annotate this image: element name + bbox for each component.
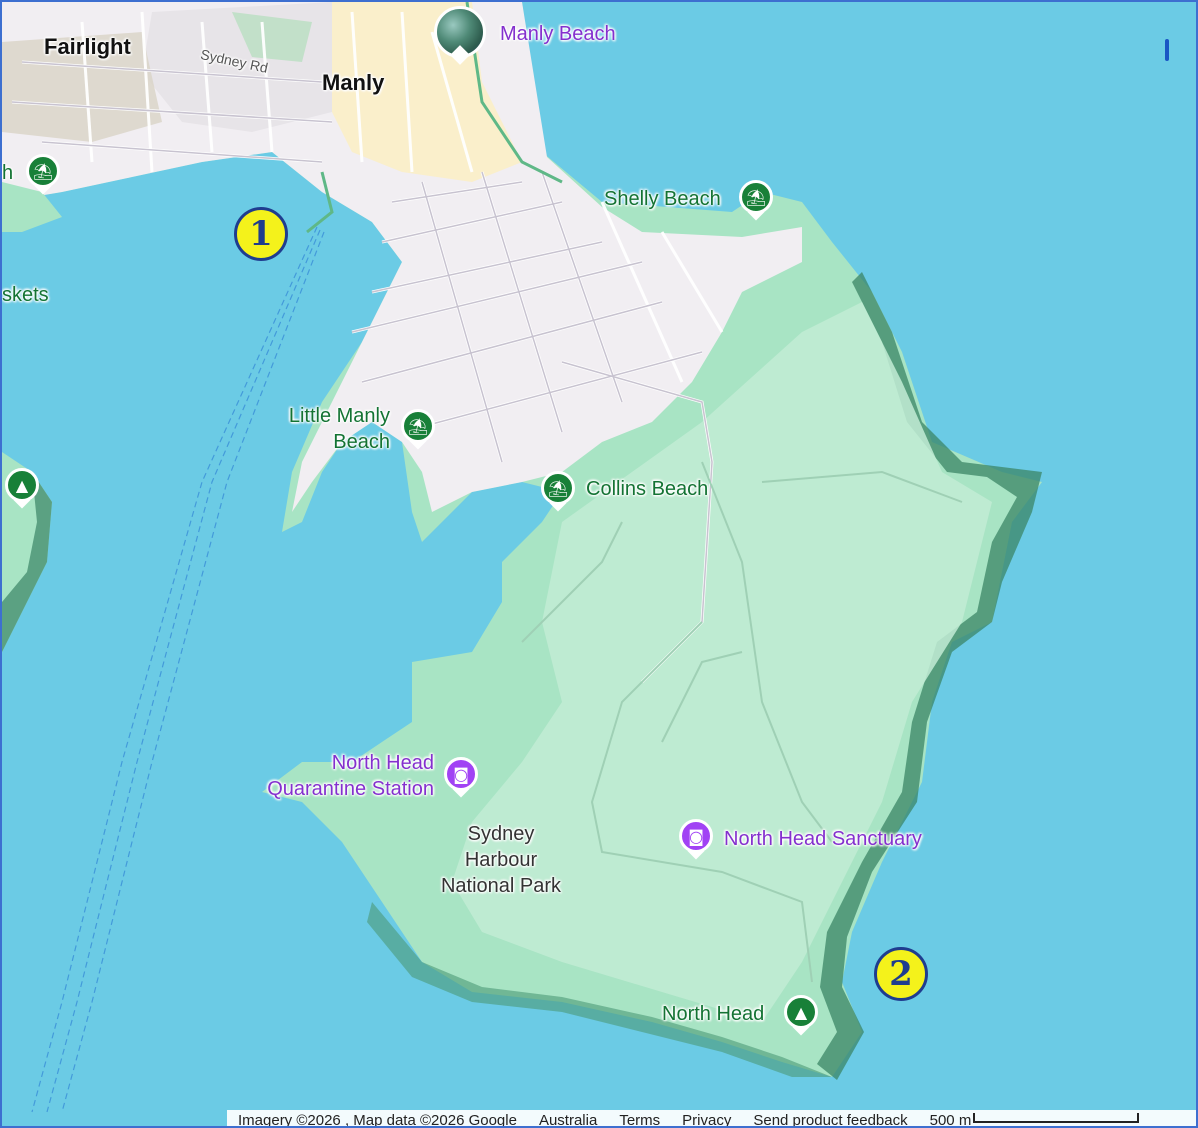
edge-marker xyxy=(1165,39,1169,61)
privacy-link[interactable]: Privacy xyxy=(671,1112,742,1127)
scale-label[interactable]: 500 m xyxy=(919,1112,972,1127)
poi-label-line: Little Manly xyxy=(288,405,390,427)
north-head-pin[interactable]: ▲ xyxy=(784,995,818,1037)
beach-umbrella-icon: ⛱ xyxy=(541,471,575,505)
imagery-attribution: Imagery ©2026 , Map data ©2026 Google xyxy=(238,1111,517,1128)
country-link[interactable]: Australia xyxy=(528,1112,608,1127)
poi-label-line: North Head xyxy=(331,752,434,774)
tree-icon: ▲ xyxy=(5,468,39,502)
poi-label-edge-top[interactable]: h xyxy=(2,160,13,186)
area-label-line: National Park xyxy=(440,875,562,897)
poi-label-collins-beach[interactable]: Collins Beach xyxy=(586,476,708,502)
shelly-beach-pin[interactable]: ⛱ xyxy=(739,180,773,222)
place-label-manly[interactable]: Manly xyxy=(322,70,384,96)
poi-label-north-head-sanctuary[interactable]: North Head Sanctuary xyxy=(724,826,922,852)
area-label-national-park[interactable]: Sydney Harbour National Park xyxy=(420,821,582,899)
manly-beach-photo-pin[interactable] xyxy=(434,6,486,66)
quarantine-station-pin[interactable]: ◙ xyxy=(444,757,478,799)
park-pin-edge[interactable]: ▲ xyxy=(5,468,39,510)
tree-icon: ▲ xyxy=(784,995,818,1029)
numbered-marker-2[interactable]: 2 xyxy=(874,947,928,1001)
numbered-marker-1[interactable]: 1 xyxy=(234,207,288,261)
map-terrain xyxy=(2,2,1196,1126)
poi-label-line: Quarantine Station xyxy=(267,778,434,800)
place-label-fairlight[interactable]: Fairlight xyxy=(44,34,131,60)
terms-link[interactable]: Terms xyxy=(608,1112,671,1127)
map-attribution-bar: Imagery ©2026 , Map data ©2026 Google Au… xyxy=(227,1110,1196,1128)
poi-label-quarantine-station[interactable]: North Head Quarantine Station xyxy=(242,750,434,802)
poi-label-north-head[interactable]: North Head xyxy=(662,1001,764,1027)
area-label-line: Sydney xyxy=(467,823,535,845)
beach-umbrella-icon: ⛱ xyxy=(739,180,773,214)
scale-bar[interactable] xyxy=(973,1113,1140,1123)
camera-icon: ◙ xyxy=(679,819,713,853)
beach-pin-edge[interactable]: ⛱ xyxy=(26,154,60,196)
map-canvas[interactable]: Fairlight Manly Sydney Rd Manly Beach h … xyxy=(0,0,1198,1128)
poi-label-shelly-beach[interactable]: Shelly Beach xyxy=(604,186,721,212)
collins-beach-pin[interactable]: ⛱ xyxy=(541,471,575,513)
little-manly-beach-pin[interactable]: ⛱ xyxy=(401,409,435,451)
beach-umbrella-icon: ⛱ xyxy=(401,409,435,443)
poi-label-manly-beach[interactable]: Manly Beach xyxy=(500,21,616,47)
send-feedback-link[interactable]: Send product feedback xyxy=(742,1112,918,1127)
area-label-line: Harbour xyxy=(464,849,538,871)
north-head-sanctuary-pin[interactable]: ◙ xyxy=(679,819,713,861)
camera-icon: ◙ xyxy=(444,757,478,791)
beach-umbrella-icon: ⛱ xyxy=(26,154,60,188)
poi-label-edge-mid[interactable]: skets xyxy=(2,282,49,308)
poi-label-line: Beach xyxy=(333,431,390,453)
poi-label-little-manly-beach[interactable]: Little Manly Beach xyxy=(264,403,390,455)
